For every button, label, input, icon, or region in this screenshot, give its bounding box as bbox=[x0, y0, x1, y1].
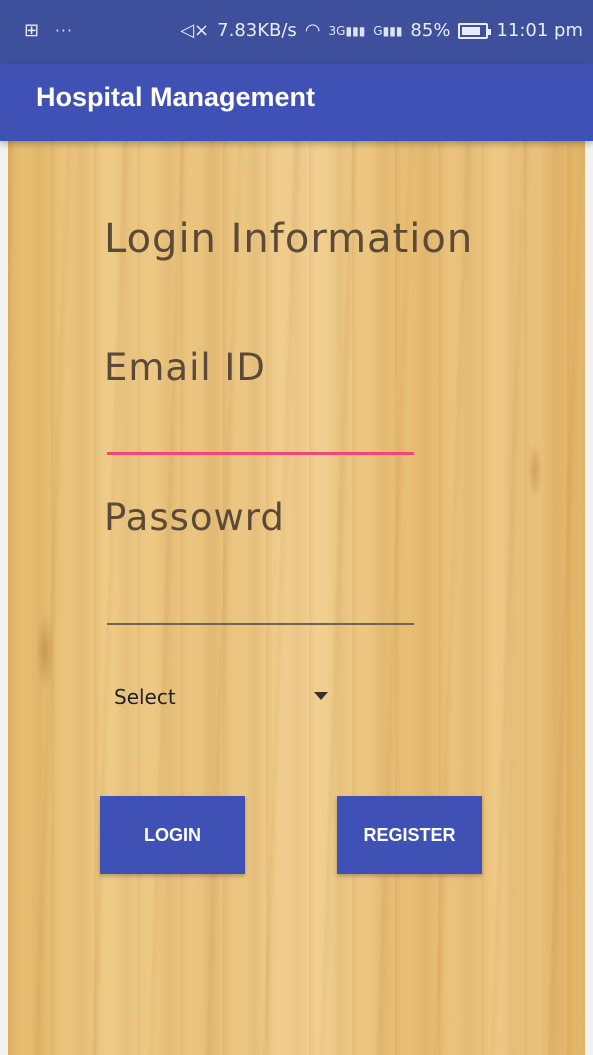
wood-background bbox=[8, 141, 585, 1055]
usb-debug-icon: ⊞ bbox=[24, 20, 40, 41]
screen-edge bbox=[585, 141, 593, 1055]
sim2-signal-icon: G▮▮▮ bbox=[373, 23, 403, 38]
sim1-signal-icon: 3G▮▮▮ bbox=[328, 23, 366, 38]
status-left: ⊞ ··· bbox=[24, 20, 73, 41]
login-button[interactable]: LOGIN bbox=[100, 796, 245, 874]
clock: 11:01 pm bbox=[496, 20, 583, 41]
password-field[interactable] bbox=[107, 623, 414, 625]
login-heading: Login Information bbox=[104, 216, 474, 262]
wood-knot bbox=[36, 611, 54, 691]
app-bar: Hospital Management bbox=[0, 64, 593, 141]
wifi-icon: ◠ bbox=[304, 20, 321, 41]
mute-icon: ◁× bbox=[180, 20, 210, 41]
role-select[interactable]: Select bbox=[104, 672, 344, 722]
status-right: ◁× 7.83KB/s ◠ 3G▮▮▮ G▮▮▮ 85% 11:01 pm bbox=[180, 20, 583, 41]
dropdown-arrow-icon bbox=[314, 692, 328, 700]
notification-dots: ··· bbox=[54, 21, 74, 40]
status-bar: ⊞ ··· ◁× 7.83KB/s ◠ 3G▮▮▮ G▮▮▮ 85% 11:01… bbox=[0, 0, 593, 64]
email-field[interactable] bbox=[107, 452, 414, 455]
wood-knot bbox=[528, 441, 542, 501]
battery-percent: 85% bbox=[410, 20, 451, 41]
network-speed: 7.83KB/s bbox=[217, 20, 297, 41]
email-label: Email ID bbox=[104, 346, 266, 389]
select-value: Select bbox=[114, 685, 176, 709]
app-title: Hospital Management bbox=[36, 82, 316, 112]
password-label: Passowrd bbox=[104, 496, 285, 539]
register-button[interactable]: REGISTER bbox=[337, 796, 482, 874]
battery-icon bbox=[458, 22, 492, 39]
